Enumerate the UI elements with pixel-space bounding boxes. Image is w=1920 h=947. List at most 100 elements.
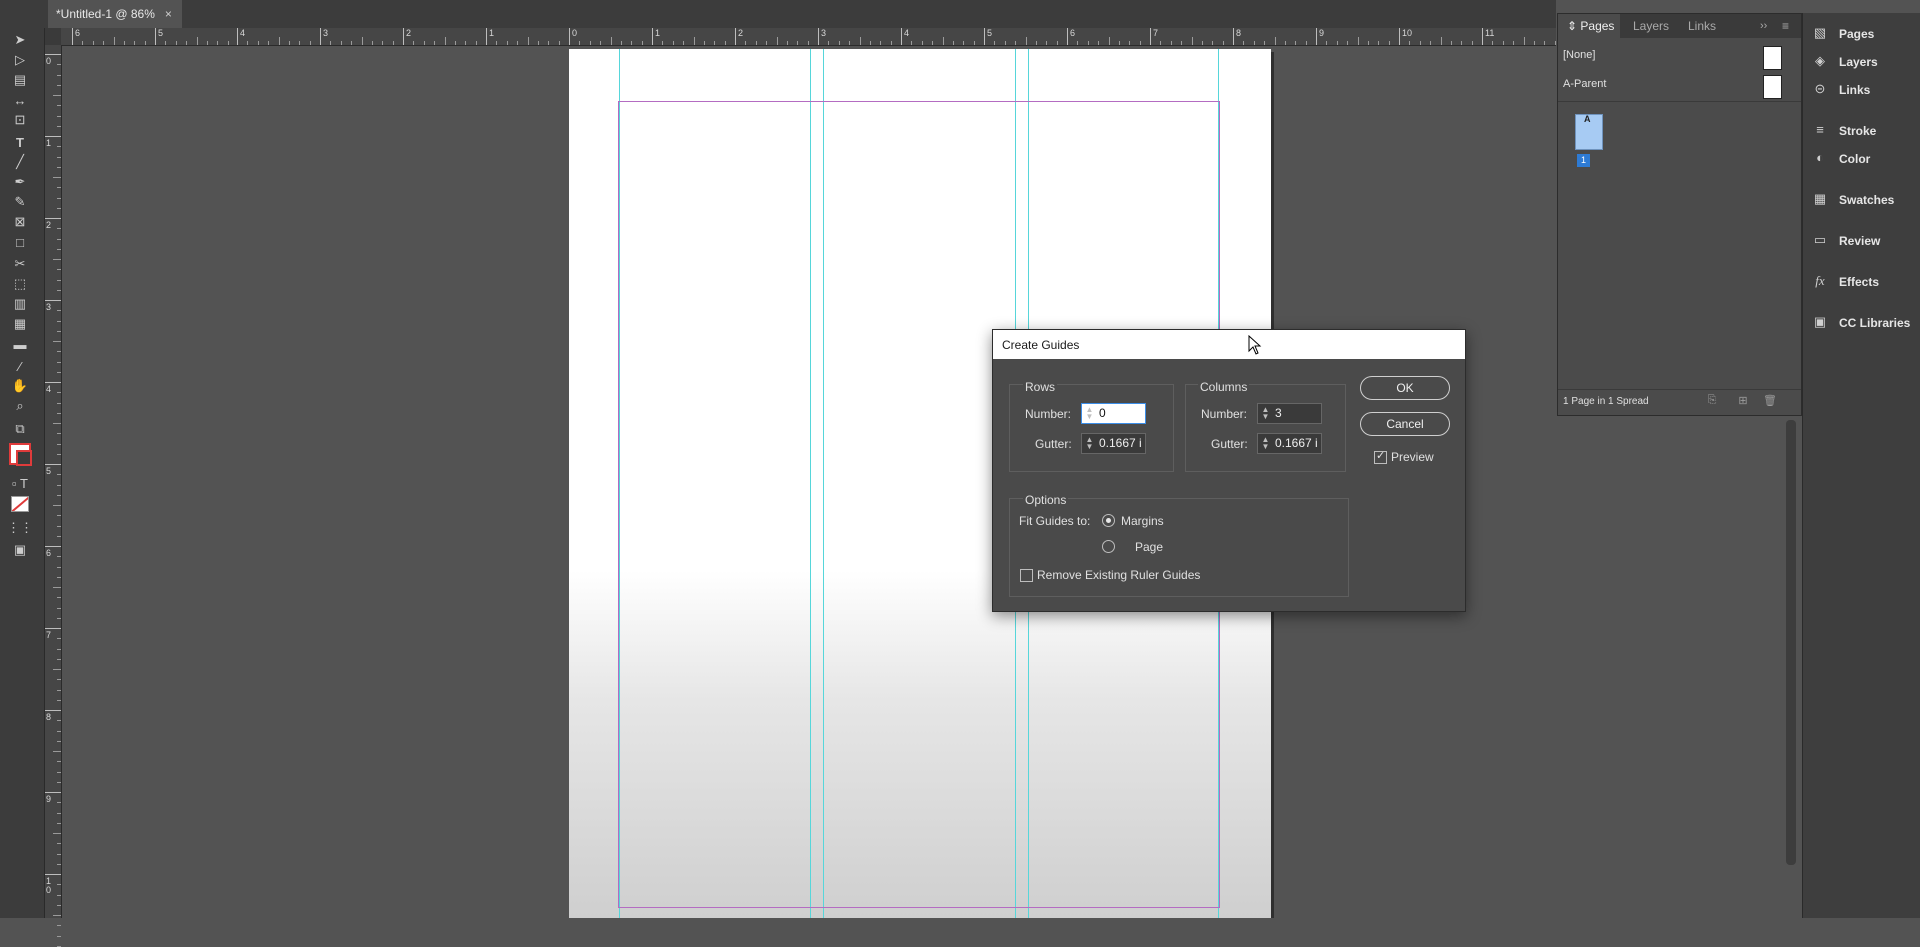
rows-gutter-field[interactable]: ▲ ▼ — [1081, 433, 1146, 454]
ok-button[interactable]: OK — [1360, 376, 1450, 400]
ruler-minor-tick — [227, 41, 229, 45]
content-collector-icon[interactable]: ⊡ — [8, 110, 32, 130]
parent-a[interactable]: A-Parent — [1558, 71, 1801, 99]
fill-stroke-swatch-icon[interactable] — [8, 441, 32, 467]
rows-number-field[interactable]: ▲ ▼ — [1081, 403, 1146, 424]
page-radio[interactable] — [1102, 540, 1115, 553]
ruler-tick-label: 2 — [406, 28, 412, 38]
gap-tool-icon[interactable]: ↔ — [8, 90, 32, 110]
ruler-minor-tick — [57, 392, 61, 394]
ruler-minor-tick — [57, 146, 61, 148]
formatting-affects-icon[interactable]: ▫ T — [8, 473, 32, 493]
rows-number-input[interactable] — [1099, 405, 1142, 420]
ruler-minor-tick — [849, 41, 851, 45]
dock-links[interactable]: ⊝ Links — [1803, 78, 1920, 102]
ruler-minor-tick — [103, 41, 105, 45]
dock-review[interactable]: ▭ Review — [1803, 229, 1920, 253]
ruler-minor-tick — [82, 41, 84, 45]
columns-number-input[interactable] — [1275, 405, 1318, 420]
cancel-button[interactable]: Cancel — [1360, 412, 1450, 436]
dock-effects[interactable]: fx Effects — [1803, 270, 1920, 294]
ruler-minor-tick — [57, 433, 61, 435]
remove-existing-guides-checkbox[interactable] — [1020, 569, 1033, 582]
gradient-swatch-tool-icon[interactable]: ▥ — [8, 294, 32, 314]
ruler-tick — [45, 300, 61, 301]
ruler-minor-tick — [942, 37, 944, 45]
new-page-icon[interactable]: ⊞ — [1736, 394, 1750, 408]
ruler-minor-tick — [1295, 41, 1297, 45]
note-tool-icon[interactable]: ▬ — [8, 334, 32, 354]
ruler-minor-tick — [683, 41, 685, 45]
columns-number-field[interactable]: ▲ ▼ — [1257, 403, 1322, 424]
line-tool-icon[interactable]: ╱ — [8, 152, 32, 172]
tab-pages[interactable]: ⇕ Pages — [1558, 14, 1620, 38]
color-icon: ◐ — [1816, 150, 1824, 165]
dock-pages[interactable]: ▧ Pages — [1803, 22, 1920, 46]
dock-cc-libraries[interactable]: ▣ CC Libraries — [1803, 311, 1920, 335]
page-tool-icon[interactable]: ▤ — [8, 70, 32, 90]
ruler-tick-label: 9 — [1319, 28, 1325, 38]
selection-tool-icon[interactable]: ➤ — [8, 30, 32, 50]
tab-links[interactable]: Links — [1688, 14, 1716, 38]
dock-layers[interactable]: ◈ Layers — [1803, 50, 1920, 74]
ruler-tick — [45, 54, 61, 55]
pencil-tool-icon[interactable]: ✎ — [8, 192, 32, 212]
direct-selection-tool-icon[interactable]: ▷ — [8, 50, 32, 70]
columns-number-stepper-icon[interactable]: ▲ ▼ — [1260, 406, 1271, 421]
dock-color[interactable]: ◐ Color — [1803, 147, 1920, 171]
tab-layers-label: Layers — [1633, 19, 1670, 33]
ruler-tick — [45, 710, 61, 711]
ruler-minor-tick — [57, 248, 61, 250]
apply-none-icon[interactable] — [8, 494, 32, 514]
close-tab-icon[interactable]: × — [165, 7, 172, 21]
rows-gutter-input[interactable] — [1099, 435, 1142, 450]
panel-menu-icon[interactable]: ≡ — [1782, 14, 1789, 38]
tab-layers[interactable]: Layers — [1633, 14, 1669, 38]
rows-number-stepper-icon[interactable]: ▲ ▼ — [1084, 406, 1095, 421]
ruler-minor-tick — [714, 41, 716, 45]
preview-checkbox[interactable]: ✓ — [1374, 450, 1387, 464]
ruler-minor-tick — [807, 41, 809, 45]
ruler-minor-tick — [1430, 41, 1432, 45]
ruler-minor-tick — [1305, 41, 1307, 45]
default-fill-stroke-icon[interactable]: ⧉ — [8, 419, 32, 439]
collapse-panel-icon[interactable]: ›› — [1760, 14, 1767, 38]
columns-gutter-input[interactable] — [1275, 435, 1318, 450]
ruler-minor-tick — [1087, 41, 1089, 45]
scissors-tool-icon[interactable]: ✂ — [8, 254, 32, 274]
rectangle-frame-tool-icon[interactable]: ⊠ — [8, 212, 32, 232]
type-tool-icon[interactable]: T — [8, 132, 32, 152]
document-tab[interactable]: *Untitled-1 @ 86% × — [48, 0, 182, 28]
page-thumbnail-parent-label: A — [1584, 114, 1591, 124]
zoom-tool-icon[interactable]: ⌕ — [8, 396, 32, 416]
ruler-minor-tick — [217, 41, 219, 45]
gradient-feather-tool-icon[interactable]: ▦ — [8, 314, 32, 334]
delete-page-icon[interactable]: 🗑 — [1763, 394, 1777, 408]
screen-mode-icon[interactable]: ▣ — [8, 540, 32, 560]
parent-none[interactable]: [None] — [1558, 42, 1801, 70]
ruler-minor-tick — [880, 41, 882, 45]
dock-swatches[interactable]: ▦ Swatches — [1803, 188, 1920, 212]
dock-stroke[interactable]: ≡ Stroke — [1803, 119, 1920, 143]
pen-tool-icon[interactable]: ✒ — [8, 172, 32, 192]
ruler-minor-tick — [361, 37, 363, 45]
ruler-origin[interactable] — [45, 28, 61, 45]
ruler-tick — [45, 792, 61, 793]
dock-pages-label: Pages — [1839, 27, 1875, 41]
rows-gutter-stepper-icon[interactable]: ▲ ▼ — [1084, 436, 1095, 451]
hand-tool-icon[interactable]: ✋ — [8, 376, 32, 396]
ruler-minor-tick — [963, 41, 965, 45]
columns-gutter-stepper-icon[interactable]: ▲ ▼ — [1260, 436, 1271, 451]
vertical-scrollbar[interactable] — [1786, 420, 1796, 865]
free-transform-tool-icon[interactable]: ⬚ — [8, 274, 32, 294]
dialog-title-bar[interactable]: Create Guides — [993, 330, 1465, 359]
rectangle-tool-icon[interactable]: □ — [8, 232, 32, 252]
edit-page-size-icon[interactable]: ⎘ — [1705, 394, 1719, 408]
ruler-tick-label: 5 — [987, 28, 993, 38]
ruler-minor-tick — [57, 402, 61, 404]
eyedropper-tool-icon[interactable]: ⁄ — [8, 356, 32, 376]
columns-gutter-field[interactable]: ▲ ▼ — [1257, 433, 1322, 454]
margins-radio[interactable] — [1102, 514, 1115, 527]
view-mode-icon[interactable]: ⋮⋮ — [7, 518, 33, 538]
ruler-minor-tick — [600, 41, 602, 45]
